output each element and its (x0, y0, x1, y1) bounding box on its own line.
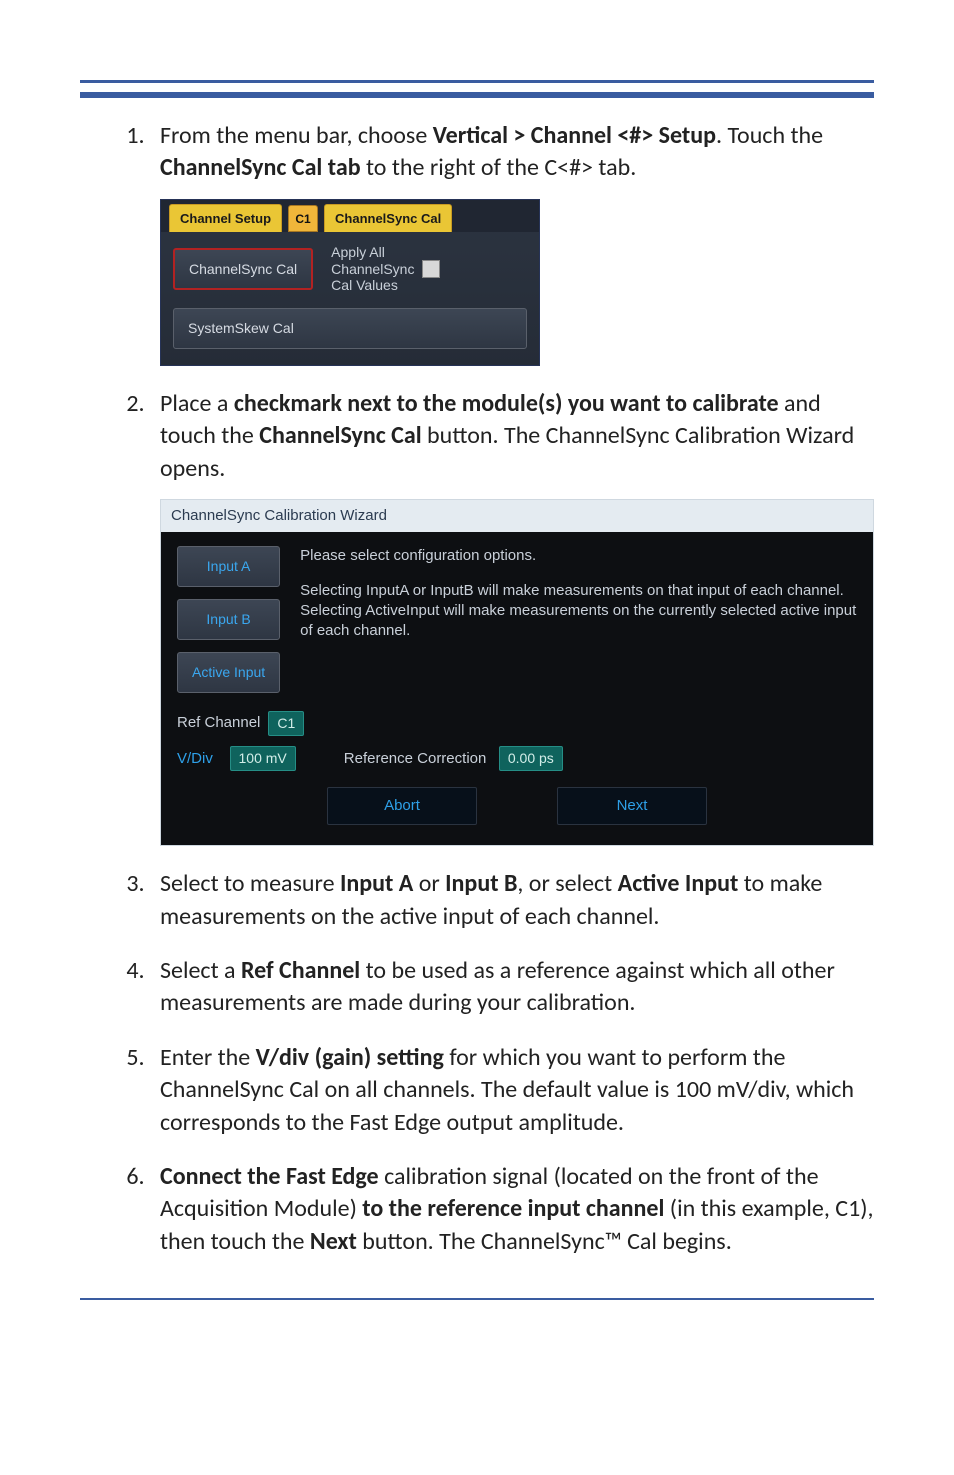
active-input-button[interactable]: Active Input (177, 652, 280, 693)
wizard-line3: Selecting ActiveInput will make measurem… (300, 601, 857, 642)
systemskew-cal-button[interactable]: SystemSkew Cal (173, 308, 527, 349)
refcorr-label: Reference Correction (344, 750, 487, 767)
page-bottom-rule (80, 1298, 874, 1358)
step6-bold2: to the reference input channel (362, 1194, 664, 1223)
step1-mid: . Touch the (716, 121, 823, 150)
step1-bold1: Vertical > Channel <#> Setup (433, 121, 716, 150)
screenshot-wizard: ChannelSync Calibration Wizard Input A I… (160, 499, 874, 846)
step3-mid2: , or select (517, 869, 617, 898)
channelsync-cal-button[interactable]: ChannelSync Cal (173, 248, 313, 291)
apply-all-label-1: Apply All (331, 244, 414, 261)
abort-button[interactable]: Abort (327, 787, 477, 825)
step6-bold1: Connect the Fast Edge (160, 1162, 379, 1191)
vdiv-label: V/Div (177, 750, 213, 767)
wizard-line1: Please select configuration options. (300, 546, 857, 566)
screenshot-channelsync-panel: Channel Setup C1 ChannelSync Cal Channel… (160, 199, 540, 366)
step4-prefix: Select a (160, 956, 241, 985)
wizard-instructions: Please select configuration options. Sel… (300, 546, 857, 693)
step3-bold1: Input A (340, 869, 413, 898)
step-2: Place a checkmark next to the module(s) … (150, 388, 874, 846)
step5-prefix: Enter the (160, 1043, 256, 1072)
wizard-title: ChannelSync Calibration Wizard (161, 500, 873, 532)
wizard-line2: Selecting InputA or InputB will make mea… (300, 581, 857, 601)
step1-prefix: From the menu bar, choose (160, 121, 433, 150)
step1-suffix: to the right of the C<#> tab. (361, 153, 637, 182)
step2-bold2: ChannelSync Cal (259, 421, 421, 450)
step6-suffix: button. The ChannelSync™ Cal begins. (357, 1227, 732, 1256)
vdiv-value[interactable]: 100 mV (230, 746, 296, 771)
step-6: Connect the Fast Edge calibration signal… (150, 1161, 874, 1258)
input-b-button[interactable]: Input B (177, 599, 280, 640)
refcorr-value[interactable]: 0.00 ps (499, 746, 563, 771)
tab-channelsync-cal[interactable]: ChannelSync Cal (324, 204, 452, 232)
step3-bold3: Active Input (618, 869, 739, 898)
tab-channel-setup[interactable]: Channel Setup (169, 204, 282, 232)
step3-prefix: Select to measure (160, 869, 340, 898)
step3-mid1: or (413, 869, 445, 898)
tab-c1[interactable]: C1 (288, 205, 318, 232)
step-5: Enter the V/div (gain) setting for which… (150, 1042, 874, 1139)
step3-bold2: Input B (445, 869, 517, 898)
apply-all-label-2: ChannelSync (331, 261, 414, 278)
step6-bold3: Next (310, 1227, 357, 1256)
apply-all-checkbox-box[interactable] (422, 260, 440, 278)
ref-channel-value[interactable]: C1 (268, 711, 304, 736)
step-1: From the menu bar, choose Vertical > Cha… (150, 120, 874, 366)
ref-channel-label: Ref Channel (177, 713, 260, 733)
step2-bold1: checkmark next to the module(s) you want… (234, 389, 779, 418)
step5-bold1: V/div (gain) setting (256, 1043, 444, 1072)
input-a-button[interactable]: Input A (177, 546, 280, 587)
apply-all-label-3: Cal Values (331, 277, 414, 294)
step1-bold2: ChannelSync Cal tab (160, 153, 361, 182)
step2-prefix: Place a (160, 389, 234, 418)
step4-bold1: Ref Channel (241, 956, 360, 985)
step-3: Select to measure Input A or Input B, or… (150, 868, 874, 933)
next-button[interactable]: Next (557, 787, 707, 825)
page-top-rule (80, 80, 874, 98)
apply-all-checkbox[interactable]: Apply All ChannelSync Cal Values (331, 244, 440, 294)
step-4: Select a Ref Channel to be used as a ref… (150, 955, 874, 1020)
tab-row: Channel Setup C1 ChannelSync Cal (161, 200, 539, 232)
